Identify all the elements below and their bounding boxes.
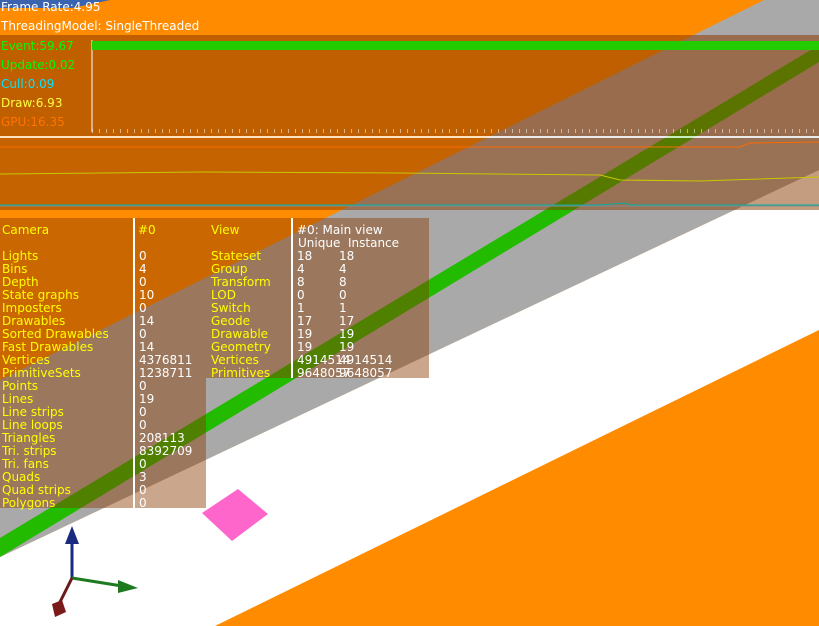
camera-stat-value: 19 — [139, 392, 155, 406]
view-stats-title: View — [211, 223, 240, 237]
view-stat-instance-value: 8 — [339, 275, 347, 289]
view-stat-labels: Stateset Group Transform LOD Switch Geode Draw… — [211, 250, 271, 380]
view-stat-label: Primitives — [211, 366, 271, 380]
view-stat-instance-value: 9648057 — [339, 366, 393, 380]
event-time-label: Event:59.67 — [1, 39, 74, 53]
view-stat-instance-value: 4 — [339, 262, 347, 276]
camera-stat-value: 14 — [139, 314, 155, 328]
camera-stat-value: 0 — [139, 405, 147, 419]
scene-viewport[interactable] — [0, 0, 819, 626]
camera-stat-value: 3 — [139, 470, 147, 484]
camera-stat-value: 10 — [139, 288, 155, 302]
camera-stats-id: #0 — [138, 223, 156, 237]
view-col-instance-header: Instance — [348, 236, 400, 250]
view-stat-instance-value: 0 — [339, 288, 347, 302]
draw-time-label: Draw:6.93 — [1, 96, 63, 110]
camera-stat-value: 0 — [139, 496, 147, 510]
camera-stats-title: Camera — [2, 223, 50, 237]
camera-stat-values: 0 4 0 10 0 14 0 14 4376811 1238711 0 19 0 0 208113 8392… — [139, 250, 192, 510]
camera-stat-value: 0 — [139, 249, 147, 263]
camera-stat-value: 0 — [139, 457, 147, 471]
gpu-time-label: GPU:16.35 — [1, 115, 65, 129]
camera-stat-value: 8392709 — [139, 444, 193, 458]
event-bar — [92, 41, 819, 50]
camera-stat-value: 4 — [139, 262, 147, 276]
camera-stat-labels: Lights Bins Depth State graphs Imposters Draw… — [2, 250, 109, 510]
update-time-label: Update:0.02 — [1, 58, 76, 72]
timing-panel-bg — [0, 35, 819, 136]
cull-time-label: Cull:0.09 — [1, 77, 55, 91]
camera-stat-value: 0 — [139, 483, 147, 497]
frame-rate-label: Frame Rate:4.95 — [1, 0, 101, 14]
view-stat-instance: 18 4 8 0 1 17 19 19 4914514 9648057 — [339, 250, 392, 380]
camera-stat-label: Polygons — [2, 496, 56, 510]
threading-model-label: ThreadingModel: SingleThreaded — [1, 19, 200, 33]
view-stat-instance-value: 18 — [339, 249, 355, 263]
camera-stat-value: 1238711 — [139, 366, 193, 380]
history-panel-bg — [0, 138, 819, 210]
